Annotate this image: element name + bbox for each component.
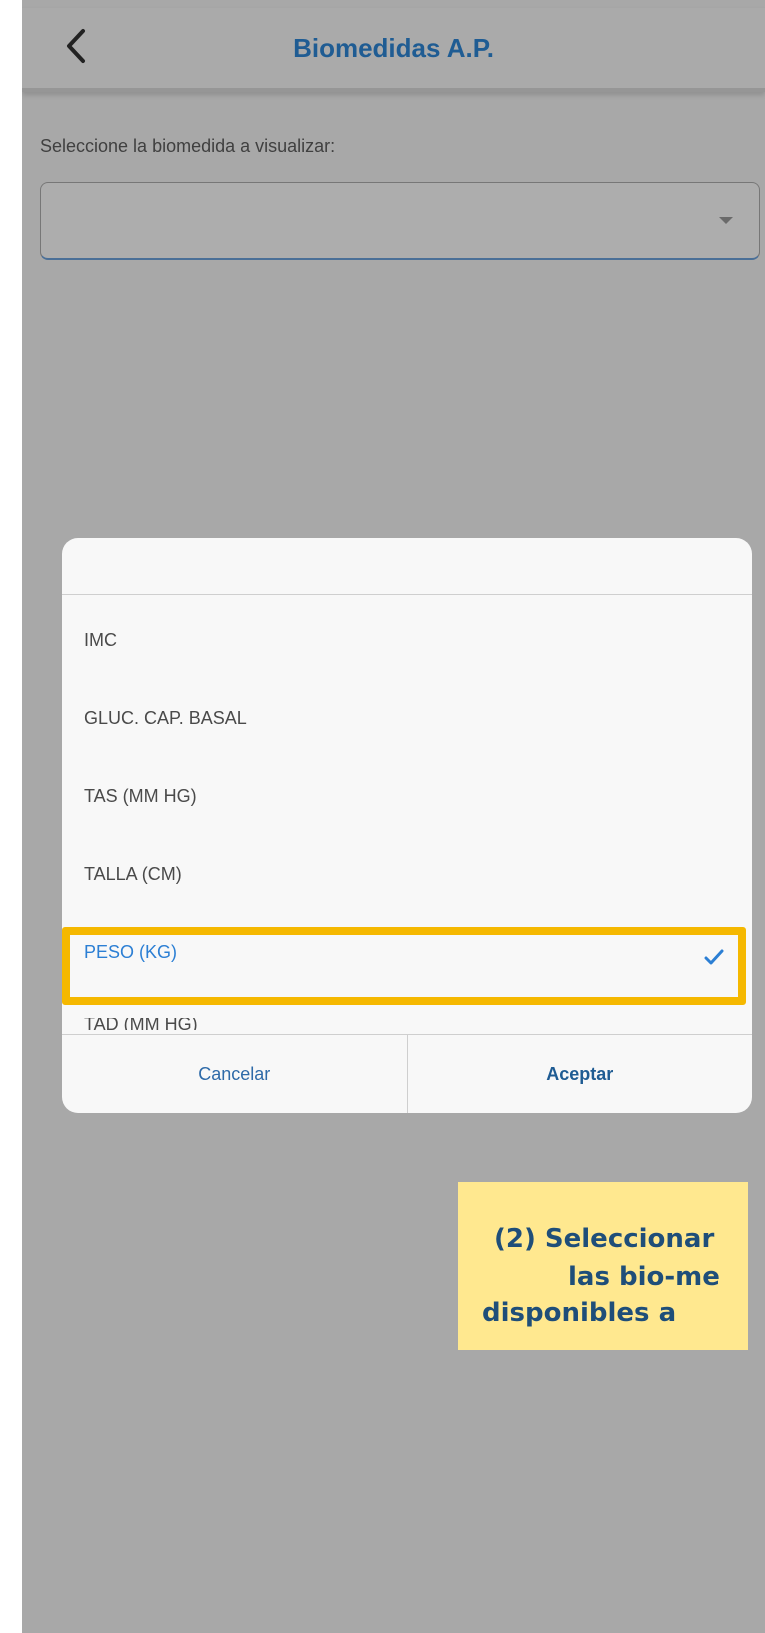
select-prompt-label: Seleccione la biomedida a visualizar: <box>40 136 336 156</box>
biomedida-select[interactable] <box>40 182 760 260</box>
options-dialog: IMC GLUC. CAP. BASAL TAS (MM HG) TALLA (… <box>62 538 752 1113</box>
checkmark-icon <box>704 949 724 965</box>
option-tad-label: TAD (MM HG) <box>84 1018 198 1030</box>
caret-down-icon <box>719 217 733 224</box>
app-screen: Biomedidas A.P. Seleccione la biomedida … <box>22 0 765 1633</box>
accept-button[interactable]: Aceptar <box>406 1035 753 1113</box>
option-gluc-cap-basal[interactable]: GLUC. CAP. BASAL <box>84 708 247 729</box>
option-peso[interactable]: PESO (KG) <box>84 942 177 963</box>
callout-line-3: disponibles a <box>482 1298 677 1328</box>
option-imc[interactable]: IMC <box>84 630 117 651</box>
cancel-button[interactable]: Cancelar <box>62 1035 407 1113</box>
option-tas[interactable]: TAS (MM HG) <box>84 786 197 807</box>
selected-option-highlight <box>62 927 746 1005</box>
option-tad-partial[interactable]: TAD (MM HG) <box>84 1018 284 1030</box>
callout-line-2: las bio-me <box>568 1262 720 1292</box>
dialog-actions: Cancelar Aceptar <box>62 1034 752 1113</box>
app-header: Biomedidas A.P. <box>22 8 765 92</box>
instruction-callout: (2) Seleccionar las bio-me disponibles a <box>458 1182 748 1350</box>
page-title: Biomedidas A.P. <box>293 33 494 63</box>
option-talla[interactable]: TALLA (CM) <box>84 864 182 885</box>
callout-line-1: (2) Seleccionar <box>494 1224 715 1254</box>
dialog-header <box>62 538 752 595</box>
